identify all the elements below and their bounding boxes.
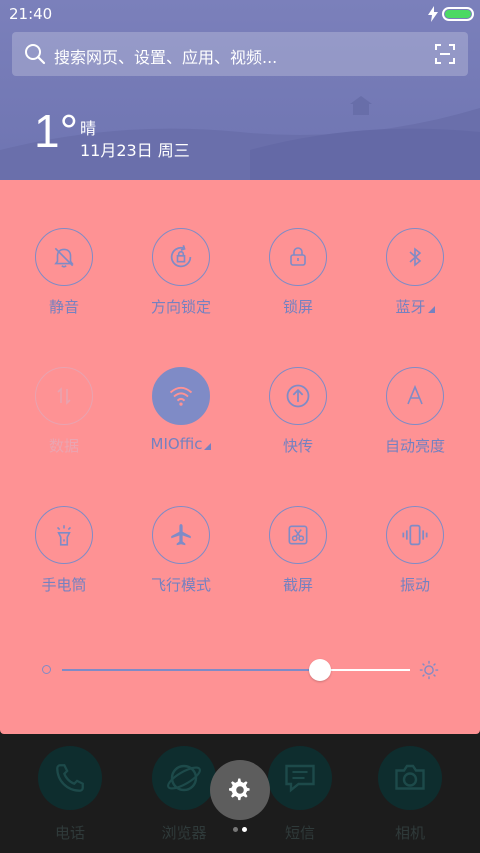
toggle-flashlight[interactable]: 手电筒: [14, 506, 114, 616]
wifi-icon: [169, 386, 193, 406]
toggle-label: 快传: [282, 437, 313, 455]
toggle-screenshot[interactable]: 截屏: [248, 506, 348, 616]
control-center-panel: 静音 方向锁定 锁屏 蓝牙 数据 MIOffic 快传 自动亮度 手电筒 飞行模…: [0, 180, 480, 734]
data-arrows-icon: [57, 387, 71, 405]
toggle-rotation-lock[interactable]: 方向锁定: [131, 228, 231, 338]
brightness-fill: [62, 669, 320, 671]
toggle-label: 飞行模式: [150, 576, 211, 594]
rotation-lock-icon: [170, 245, 192, 268]
expand-indicator: [204, 443, 212, 450]
toggle-label: 截屏: [282, 576, 313, 594]
battery-icon: [442, 7, 474, 21]
brightness-low-icon: [42, 665, 51, 674]
brightness-thumb[interactable]: [308, 659, 331, 681]
auto-brightness-icon: [407, 384, 423, 405]
search-bar[interactable]: 搜索网页、设置、应用、视频...: [12, 32, 468, 76]
toggle-label: MIOffic: [121, 435, 241, 453]
phone-icon: [56, 764, 84, 792]
bell-off-icon: [54, 247, 74, 268]
toggle-airplane-mode[interactable]: 飞行模式: [131, 506, 231, 616]
page-dot-2: [242, 827, 247, 832]
search-icon: [25, 44, 46, 65]
lock-icon: [290, 247, 306, 266]
toggle-vibrate[interactable]: 振动: [365, 506, 465, 616]
toggle-label: 蓝牙: [355, 296, 475, 317]
toggle-label: 振动: [399, 576, 430, 594]
dock-label: 短信: [284, 824, 315, 842]
charging-bolt-icon: [428, 6, 438, 22]
browser-icon: [167, 764, 201, 792]
search-placeholder: 搜索网页、设置、应用、视频...: [54, 48, 278, 67]
brightness-high-icon: [419, 660, 439, 680]
toggle-label: 锁屏: [282, 298, 313, 316]
toggle-lock-screen[interactable]: 锁屏: [248, 228, 348, 338]
expand-indicator: [427, 306, 435, 313]
dock-item-phone[interactable]: 电话: [30, 746, 110, 846]
dock-label: 电话: [54, 824, 85, 842]
date: 11月23日 周三: [80, 141, 190, 160]
scan-icon[interactable]: [434, 43, 456, 65]
toggle-quick-transfer[interactable]: 快传: [248, 367, 348, 477]
screenshot-icon: [288, 525, 308, 545]
clock: 21:40: [9, 5, 53, 23]
settings-button[interactable]: [210, 760, 270, 820]
status-bar: 21:40: [0, 0, 480, 28]
airplane-icon: [171, 524, 191, 546]
page-dot-1: [233, 827, 238, 832]
vibrate-icon: [402, 524, 428, 546]
brightness-slider[interactable]: [40, 658, 440, 682]
toggle-auto-brightness[interactable]: 自动亮度: [365, 367, 465, 477]
temperature: 1°: [34, 105, 78, 157]
toggle-bluetooth[interactable]: 蓝牙: [365, 228, 465, 338]
upload-icon: [286, 384, 310, 408]
bluetooth-icon: [409, 247, 422, 267]
toggle-label: 数据: [48, 437, 79, 455]
brightness-track[interactable]: [62, 659, 410, 681]
toggle-label: 自动亮度: [384, 437, 445, 455]
toggle-label: 手电筒: [41, 576, 87, 594]
dock-label: 相机: [394, 824, 425, 842]
toggle-label: 静音: [48, 298, 79, 316]
toggle-silent[interactable]: 静音: [14, 228, 114, 338]
wallpaper-header: 21:40 搜索网页、设置、应用、视频... 1° 晴 11月23日 周三: [0, 0, 480, 180]
message-icon: [285, 764, 315, 793]
dock-item-camera[interactable]: 相机: [370, 746, 450, 846]
weather-condition: 晴: [80, 119, 97, 138]
dock-label: 浏览器: [161, 824, 207, 842]
toggle-mobile-data[interactable]: 数据: [14, 367, 114, 477]
camera-icon: [395, 764, 425, 790]
dock-item-message[interactable]: 短信: [260, 746, 340, 846]
toggle-wifi[interactable]: MIOffic: [131, 367, 231, 477]
gear-icon: [229, 778, 250, 801]
flashlight-icon: [56, 525, 72, 546]
toggle-label: 方向锁定: [150, 298, 211, 316]
